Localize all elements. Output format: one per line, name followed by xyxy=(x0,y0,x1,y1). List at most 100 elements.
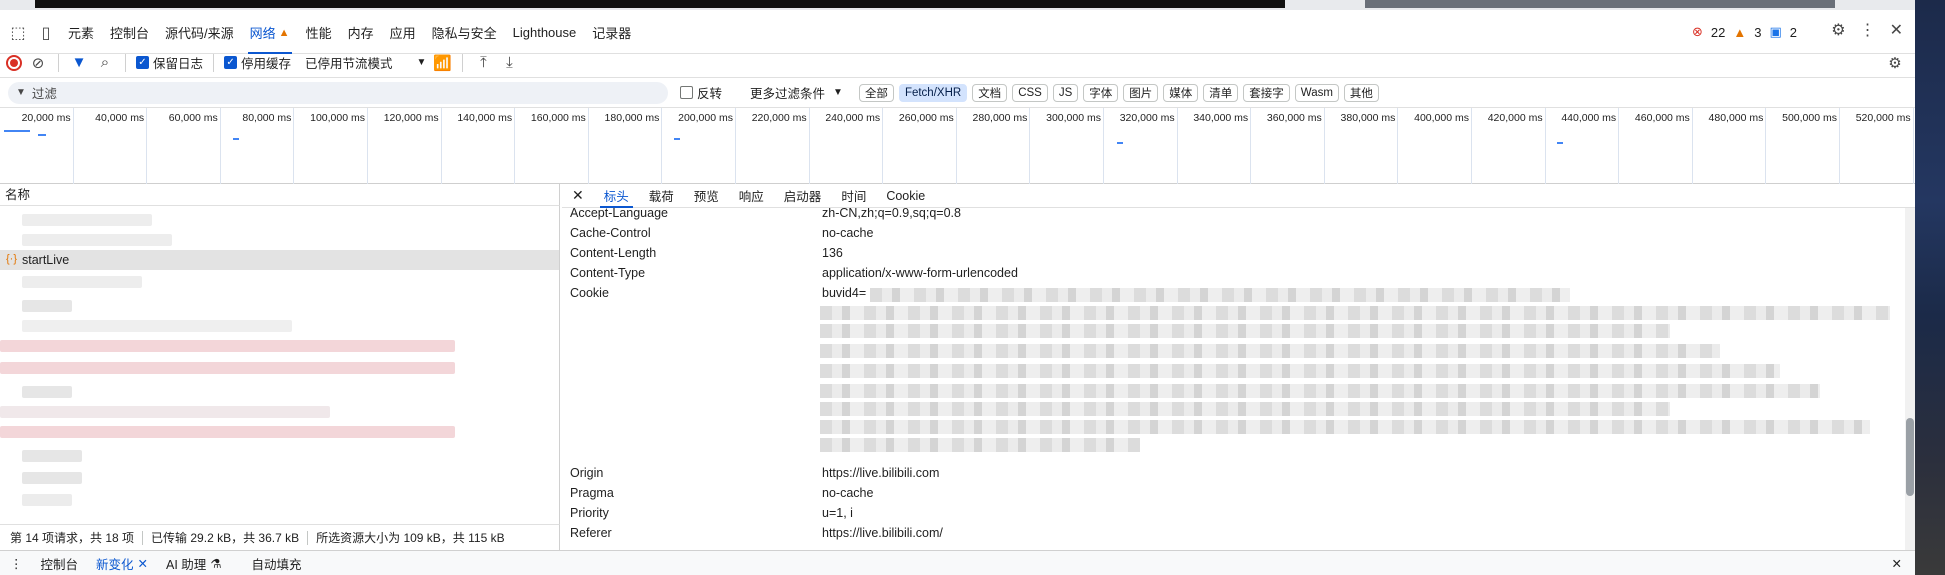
search-icon[interactable]: ⌕ xyxy=(95,54,115,71)
preserve-log-label: 保留日志 xyxy=(153,57,204,71)
drawer-tab-whats-new[interactable]: 新变化 ✕ xyxy=(87,554,157,573)
request-name: startLive xyxy=(22,253,70,267)
network-settings-gear-icon[interactable]: ⚙ xyxy=(1885,54,1905,72)
network-conditions-icon[interactable]: 📶 xyxy=(432,54,452,72)
inspect-element-icon[interactable]: ⬚ xyxy=(4,19,32,47)
record-button[interactable] xyxy=(6,54,22,71)
browser-top-strip xyxy=(0,0,1945,10)
chip-other[interactable]: 其他 xyxy=(1343,83,1379,102)
timeline-tick-label: 260,000 ms xyxy=(898,112,954,124)
export-har-icon[interactable]: ⤓ xyxy=(499,54,519,71)
list-item[interactable] xyxy=(0,382,559,402)
list-item[interactable] xyxy=(0,402,559,422)
chip-fetch-xhr[interactable]: Fetch/XHR xyxy=(898,83,968,102)
clear-icon[interactable]: ⊘ xyxy=(28,54,48,72)
list-item[interactable] xyxy=(0,230,559,250)
more-options-icon[interactable]: ⋮ xyxy=(1860,20,1876,40)
chip-all[interactable]: 全部 xyxy=(858,83,894,102)
more-filters-dropdown[interactable]: 更多过滤条件 ▼ xyxy=(750,83,843,102)
list-item[interactable] xyxy=(0,210,559,230)
tab-response[interactable]: 响应 xyxy=(729,184,774,208)
dropdown-arrow-icon: ▼ xyxy=(416,57,427,68)
close-icon[interactable]: ✕ xyxy=(138,556,148,571)
tab-headers[interactable]: 标头 xyxy=(594,184,639,208)
drawer-tab-autofill[interactable]: 自动填充 xyxy=(243,554,311,573)
desktop-background-strip xyxy=(1915,0,1945,575)
invert-label: 反转 xyxy=(697,87,723,101)
error-icon: ⊗ xyxy=(1691,24,1703,39)
timeline-tick-label: 500,000 ms xyxy=(1782,112,1837,124)
timeline-tick: 480,000 ms xyxy=(1709,108,1767,184)
close-drawer-icon[interactable]: ✕ xyxy=(1883,556,1911,571)
close-icon[interactable]: ✕ xyxy=(562,187,594,204)
filter-row: ▼ 过滤 反转 更多过滤条件 ▼ 全部 Fetch/XHR 文档 CSS JS 字… xyxy=(0,78,1915,108)
drawer-tab-ai-assistance[interactable]: AI 助理 ⚗ xyxy=(157,554,231,573)
list-item[interactable] xyxy=(0,490,559,510)
chip-img[interactable]: 图片 xyxy=(1123,83,1159,102)
preserve-log-checkbox[interactable]: ✓ 保留日志 xyxy=(136,53,203,72)
list-item[interactable] xyxy=(0,316,559,336)
tab-timing[interactable]: 时间 xyxy=(831,184,876,208)
chip-wasm[interactable]: Wasm xyxy=(1294,83,1339,102)
device-toolbar-icon[interactable]: ▯ xyxy=(32,19,60,47)
invert-checkbox[interactable]: 反转 xyxy=(680,83,722,102)
tab-payload[interactable]: 载荷 xyxy=(639,184,684,208)
chip-css[interactable]: CSS xyxy=(1012,83,1048,102)
filter-funnel-icon[interactable]: ▼ xyxy=(69,54,89,71)
header-name: Cookie xyxy=(570,286,609,300)
timeline-tick: 60,000 ms xyxy=(169,108,221,184)
list-item[interactable] xyxy=(0,358,559,378)
timeline-tick: 460,000 ms xyxy=(1635,108,1693,184)
timeline-request-bar xyxy=(38,134,46,136)
tab-preview[interactable]: 预览 xyxy=(684,184,729,208)
close-icon[interactable]: ✕ xyxy=(1890,20,1903,40)
list-item[interactable] xyxy=(0,446,559,466)
tab-label: 应用 xyxy=(389,26,416,41)
chip-doc[interactable]: 文档 xyxy=(972,83,1008,102)
timeline-tick-label: 240,000 ms xyxy=(825,112,881,124)
throttling-select[interactable]: 已停用节流模式 ▼ xyxy=(305,53,426,72)
list-item[interactable] xyxy=(0,422,559,442)
tab-initiator[interactable]: 启动器 xyxy=(774,184,832,208)
list-item[interactable] xyxy=(0,272,559,292)
header-name: Origin xyxy=(570,466,604,480)
header-name: Content-Type xyxy=(570,266,646,280)
settings-gear-icon[interactable]: ⚙ xyxy=(1831,20,1845,40)
info-count: 2 xyxy=(1789,24,1797,40)
tab-label: 隐私与安全 xyxy=(431,26,497,41)
timeline-tick: 520,000 ms xyxy=(1856,108,1914,184)
request-detail-tabs: ✕ 标头 载荷 预览 响应 启动器 时间 Cookie xyxy=(562,184,1915,208)
list-item-selected[interactable]: {·} startLive xyxy=(0,250,559,270)
list-item[interactable] xyxy=(0,336,559,356)
timeline-tick: 500,000 ms xyxy=(1782,108,1840,184)
chip-js[interactable]: JS xyxy=(1052,83,1079,102)
column-header-name[interactable]: 名称 xyxy=(0,184,560,206)
warning-icon: ▲ xyxy=(278,26,290,39)
chip-manifest[interactable]: 清单 xyxy=(1203,83,1239,102)
timeline-request-bar xyxy=(1117,142,1123,144)
list-item[interactable] xyxy=(0,296,559,316)
chip-socket[interactable]: 套接字 xyxy=(1243,83,1290,102)
chip-font[interactable]: 字体 xyxy=(1083,83,1119,102)
filter-placeholder: 过滤 xyxy=(31,87,57,101)
headers-scrollbar[interactable] xyxy=(1905,208,1915,550)
drawer-tab-console[interactable]: 控制台 xyxy=(32,554,88,573)
network-overview-timeline[interactable]: 20,000 ms 40,000 ms 60,000 ms 80,000 ms 100,… xyxy=(0,108,1915,184)
resource-size: 所选资源大小为 109 kB，共 115 kB xyxy=(316,531,505,545)
chip-media[interactable]: 媒体 xyxy=(1163,83,1199,102)
drawer-tab-label: 控制台 xyxy=(40,557,79,572)
message-icon: ▣ xyxy=(1769,24,1782,39)
timeline-tick-label: 40,000 ms xyxy=(95,112,145,124)
header-value: 136 xyxy=(822,246,843,260)
drawer-menu-icon[interactable]: ⋮ xyxy=(0,556,32,571)
tab-cookies[interactable]: Cookie xyxy=(876,184,935,208)
list-item[interactable] xyxy=(0,468,559,488)
issue-counters[interactable]: ⊗ 22 ▲ 3 ▣ 2 xyxy=(1692,24,1797,40)
network-toolbar: ⊘ ▼ ⌕ ✓ 保留日志 ✓ 停用缓存 已停用节流模式 ▼ 📶 ⤒ ⤓ ⚙ xyxy=(0,48,1915,78)
import-har-icon[interactable]: ⤒ xyxy=(473,54,493,71)
timeline-tick-label: 320,000 ms xyxy=(1119,112,1175,124)
disable-cache-checkbox[interactable]: ✓ 停用缓存 xyxy=(224,53,291,72)
scrollbar-thumb[interactable] xyxy=(1906,418,1914,496)
timeline-tick: 40,000 ms xyxy=(95,108,148,184)
filter-input[interactable]: ▼ 过滤 xyxy=(8,81,668,104)
